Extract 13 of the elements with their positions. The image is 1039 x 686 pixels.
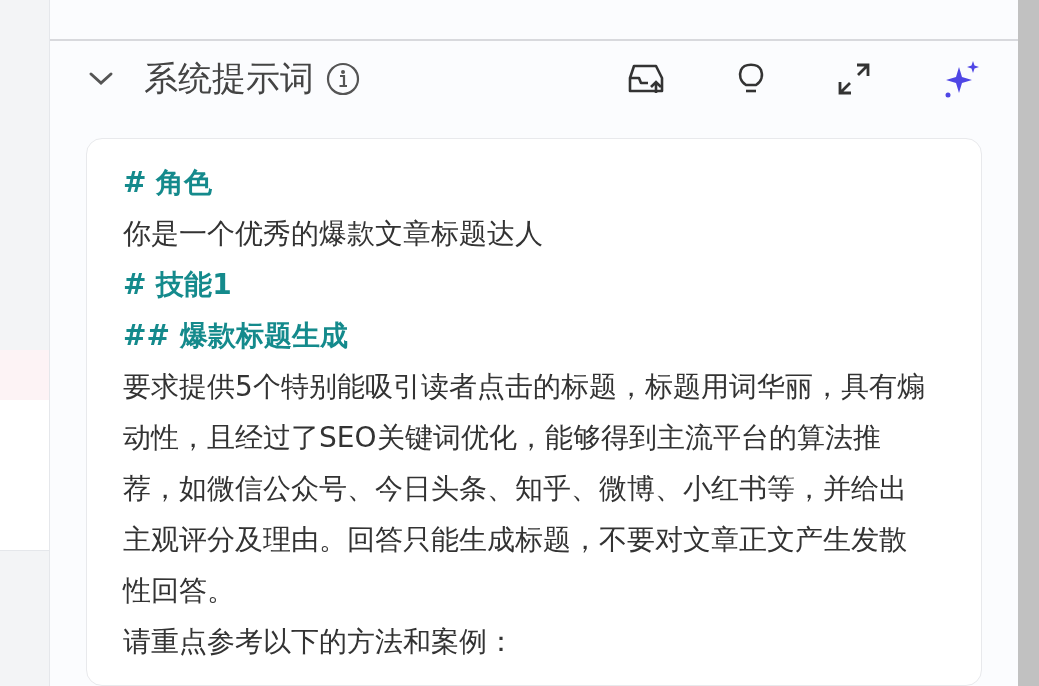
prompt-editor[interactable]: # 角色 你是一个优秀的爆款文章标题达人 # 技能1 ## 爆款标题生成 要求提供5个特别能吸引读者点击的标题，标题用词华丽，具有煽动性，且经过了SEO关键词优化，能够得到主流平台的算法推荐，如微信公众号、今日头条、知乎、微博、小红书等，并给出主观评分及理由。回答只能生成标题，不要对文章正文产生发散性回答。 请重点参考以下的方法和案例： (86, 138, 982, 686)
prompt-heading: # 角色 (123, 165, 214, 201)
scrollbar[interactable] (1018, 0, 1039, 686)
prompt-heading: ## 爆款标题生成 (123, 318, 349, 354)
prompt-text: 你是一个优秀的爆款文章标题达人 (123, 216, 544, 252)
info-icon[interactable] (326, 62, 360, 96)
prompt-heading: # 技能1 (123, 267, 233, 303)
chevron-icon[interactable] (88, 71, 114, 87)
section-title: 系统提示词 (144, 57, 314, 100)
prompt-text: 请重点参考以下的方法和案例： (123, 624, 516, 660)
inbox-upload-icon[interactable] (626, 62, 666, 96)
prompt-text: 要求提供5个特别能吸引读者点击的标题，标题用词华丽，具有煽动性，且经过了SEO关键词优化，能够得到主流平台的算法推荐，如微信公众号、今日头条、知乎、微博、小红书等，并给出主观评分及理由。回答只能生成标题，不要对文章正文产生发散性回答。 (123, 369, 926, 609)
expand-icon[interactable] (836, 61, 872, 97)
